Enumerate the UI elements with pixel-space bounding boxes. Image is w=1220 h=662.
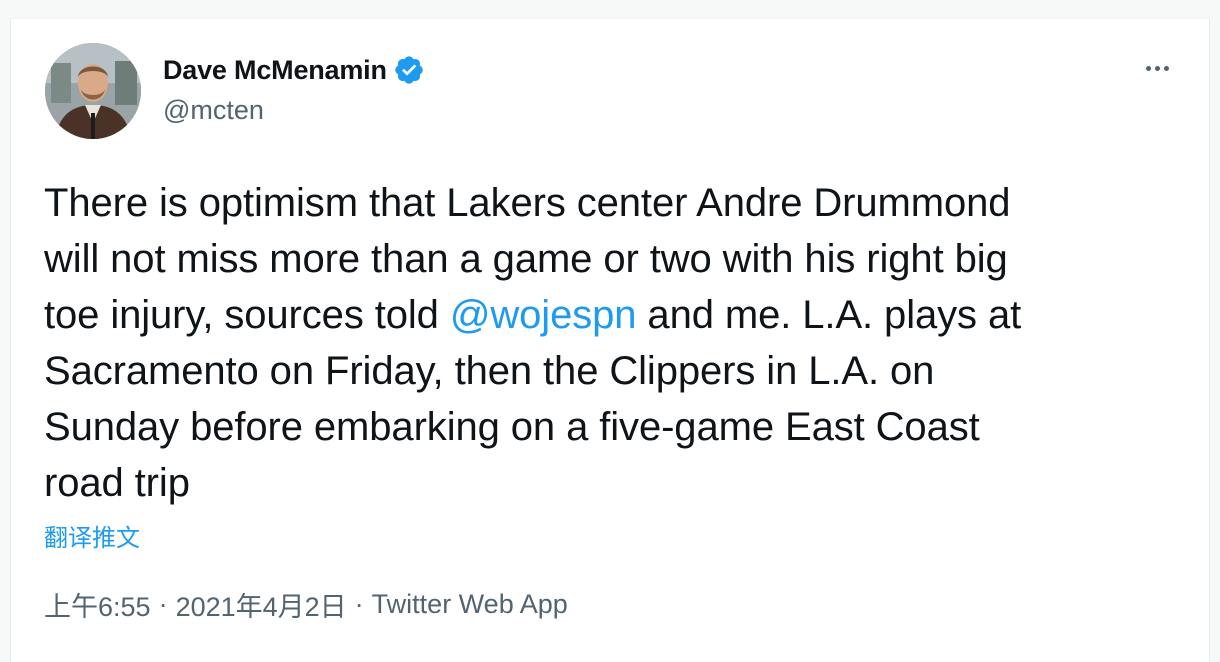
page: Dave McMenamin @mcten There is optimism … [0, 0, 1220, 662]
user-handle[interactable]: @mcten [163, 95, 264, 126]
tweet-card: Dave McMenamin @mcten There is optimism … [10, 18, 1210, 662]
tweet-metadata: 上午6:55 · 2021年4月2日 · Twitter Web App [44, 585, 568, 624]
tweet-time[interactable]: 上午6:55 [44, 585, 151, 624]
translate-tweet-link[interactable]: 翻译推文 [44, 518, 140, 553]
verified-badge-icon [393, 54, 425, 86]
more-options-icon[interactable] [1135, 52, 1179, 84]
tweet-text: There is optimism that Lakers center And… [44, 175, 1164, 511]
display-name[interactable]: Dave McMenamin [163, 55, 387, 86]
tweet-date[interactable]: 2021年4月2日 [176, 585, 347, 624]
tweet-source[interactable]: Twitter Web App [372, 589, 568, 620]
avatar-photo-icon [45, 43, 141, 139]
meta-separator: · [158, 589, 168, 619]
avatar[interactable] [45, 43, 141, 139]
name-row: Dave McMenamin [163, 54, 425, 86]
meta-separator: · [354, 589, 364, 619]
mention-link[interactable]: @wojespn [450, 293, 637, 337]
